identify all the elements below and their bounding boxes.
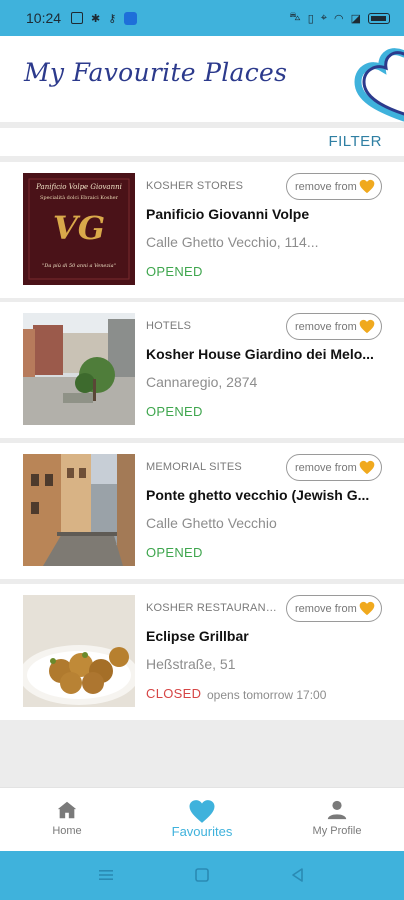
place-status: OPENED <box>146 545 203 560</box>
page-title: My Favourite Places <box>24 58 288 87</box>
place-thumbnail <box>23 313 135 425</box>
nav-home-label: Home <box>52 825 82 837</box>
filter-button[interactable]: FILTER <box>328 133 382 150</box>
place-status: OPENED <box>146 264 203 279</box>
system-navigation-bar <box>0 851 404 900</box>
place-name[interactable]: Eclipse Grillbar <box>146 628 249 644</box>
place-category: KOSHER STORES <box>146 180 244 192</box>
remove-favourite-button[interactable]: remove from <box>286 173 382 200</box>
remove-label: remove from <box>295 602 357 615</box>
place-name[interactable]: Panificio Giovanni Volpe <box>146 206 309 222</box>
place-thumbnail <box>23 595 135 707</box>
place-name[interactable]: Ponte ghetto vecchio (Jewish G... <box>146 487 369 503</box>
remove-label: remove from <box>295 320 357 333</box>
nav-profile[interactable]: My Profile <box>270 788 404 852</box>
place-thumbnail <box>23 454 135 566</box>
place-address: Calle Ghetto Vecchio <box>146 515 277 531</box>
place-hours: opens tomorrow 17:00 <box>207 688 327 702</box>
key-icon: ⚷ <box>108 12 117 25</box>
place-name[interactable]: Kosher House Giardino dei Melo... <box>146 346 374 362</box>
place-status: CLOSED <box>146 686 202 701</box>
thumb-line1: Panificio Volpe Giovanni <box>36 183 122 191</box>
status-bar: 10:24 ✱ ⚷ ⛍ ▯ ⌖ ◠ ◪ <box>0 0 404 36</box>
thumb-line2: Specialità dolci Ebraici Kosher <box>39 195 119 201</box>
car-icon: ⛍ <box>289 11 301 23</box>
place-category: HOTELS <box>146 320 192 332</box>
place-address: Cannaregio, 2874 <box>146 374 258 390</box>
home-icon <box>56 799 78 826</box>
heart-icon <box>359 601 375 619</box>
thumb-tagline: "Da più di 50 anni a Venezia" <box>42 263 116 269</box>
person-icon <box>326 799 348 826</box>
settings-icon: ✱ <box>91 12 101 25</box>
app-header: My Favourite Places <box>0 36 404 122</box>
nav-home[interactable]: Home <box>0 788 134 852</box>
thumb-monogram: VG <box>52 209 106 247</box>
heart-icon <box>359 319 375 337</box>
remove-favourite-button[interactable]: remove from <box>286 454 382 481</box>
place-card[interactable]: KOSHER RESTAURANTS... Eclipse Grillbar H… <box>0 584 404 720</box>
nav-profile-label: My Profile <box>312 825 362 837</box>
remove-label: remove from <box>295 180 357 193</box>
place-card[interactable]: HOTELS Kosher House Giardino dei Melo...… <box>0 302 404 438</box>
place-card[interactable]: MEMORIAL SITES Ponte ghetto vecchio (Jew… <box>0 443 404 579</box>
heart-icon <box>359 460 375 478</box>
place-thumbnail: Panificio Volpe Giovanni Specialità dolc… <box>23 173 135 285</box>
nav-favourites[interactable]: Favourites <box>135 788 269 852</box>
place-category: MEMORIAL SITES <box>146 461 242 473</box>
heart-logo-icon <box>352 44 404 129</box>
remove-favourite-button[interactable]: remove from <box>286 313 382 340</box>
location-icon: ⌖ <box>320 11 327 24</box>
bottom-navigation: Home Favourites My Profile <box>0 787 404 851</box>
place-card[interactable]: Panificio Volpe Giovanni Specialità dolc… <box>0 162 404 298</box>
signal-icon: ◪ <box>350 12 361 25</box>
home-square-icon[interactable] <box>194 867 210 888</box>
place-address: Calle Ghetto Vecchio, 114... <box>146 234 319 250</box>
back-icon[interactable] <box>290 867 306 888</box>
wifi-icon: ◠ <box>333 12 344 25</box>
filter-bar: FILTER <box>0 128 404 156</box>
status-time: 10:24 <box>26 10 62 26</box>
bluetooth-icon <box>124 11 138 25</box>
place-status: OPENED <box>146 404 203 419</box>
heart-icon <box>359 179 375 197</box>
remove-favourite-button[interactable]: remove from <box>286 595 382 622</box>
gallery-icon <box>71 12 84 24</box>
place-address: Heßstraße, 51 <box>146 656 236 672</box>
remove-label: remove from <box>295 461 357 474</box>
nav-favourites-label: Favourites <box>171 824 233 839</box>
battery-icon <box>368 12 390 24</box>
place-category: KOSHER RESTAURANTS... <box>146 602 280 614</box>
menu-icon[interactable] <box>98 867 114 888</box>
vibrate-icon: ▯ <box>307 12 314 25</box>
